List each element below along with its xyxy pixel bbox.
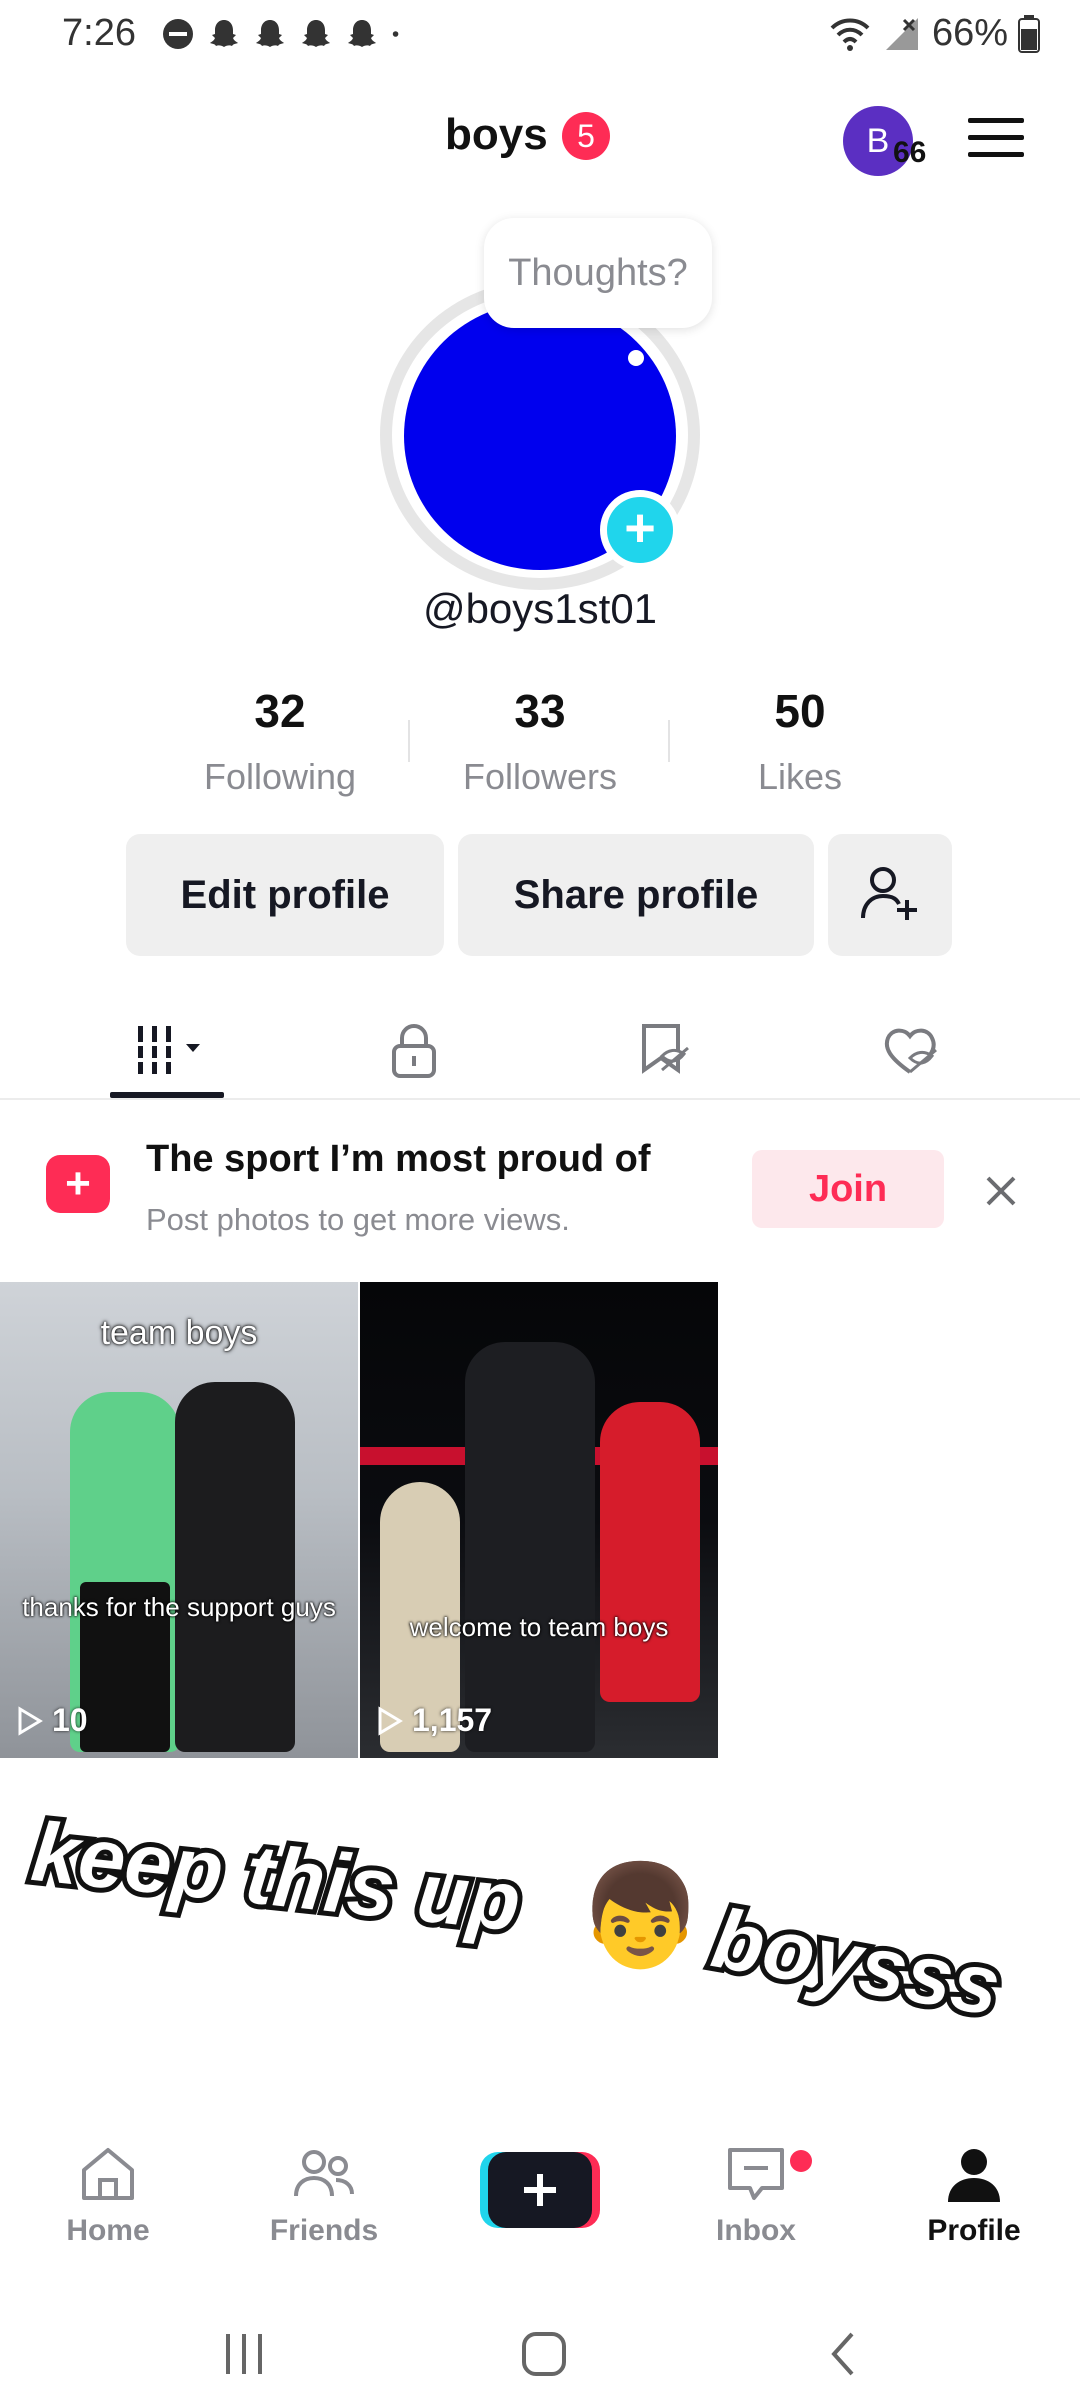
battery-percent: 66%	[931, 12, 1008, 54]
nav-inbox[interactable]: Inbox	[666, 2130, 846, 2248]
back-icon[interactable]	[804, 2320, 884, 2390]
content-tabs	[0, 1000, 1080, 1100]
add-user-icon	[861, 867, 917, 920]
tab-reposts[interactable]	[604, 1000, 724, 1100]
nav-friends-label: Friends	[269, 2214, 379, 2247]
add-photo-button[interactable]: +	[600, 490, 680, 570]
followers-label: Followers	[462, 756, 618, 797]
status-time: 7:26	[62, 12, 136, 54]
notification-badge: 5	[562, 112, 610, 160]
profile-handle: @boys1st01	[422, 585, 658, 632]
dnd-icon	[163, 19, 193, 49]
view-count: 10	[52, 1702, 88, 1738]
notification-icons	[160, 16, 410, 52]
likes-count: 50	[774, 685, 826, 737]
following-count: 32	[254, 685, 306, 737]
video-caption: welcome to team boys	[409, 1612, 669, 1642]
inbox-notification-dot	[790, 2150, 812, 2172]
avatar-count: 66	[893, 136, 927, 169]
create-plus-icon[interactable]	[480, 2152, 600, 2228]
inbox-icon	[728, 2148, 784, 2200]
person-figure	[465, 1342, 595, 1752]
profile-icon	[948, 2149, 1000, 2202]
nav-friends[interactable]: Friends	[234, 2130, 414, 2248]
nav-home[interactable]: Home	[18, 2130, 198, 2248]
dot-icon	[392, 31, 399, 37]
stat-followers[interactable]: 33 Followers	[410, 680, 670, 810]
status-bar: 7:26 66%	[0, 0, 1080, 72]
video-view-count: 1,157	[376, 1702, 492, 1739]
wifi-icon	[830, 18, 870, 51]
sticker-text-right: boysss	[706, 1891, 1007, 2034]
camera-plus-icon: +	[46, 1155, 110, 1213]
friends-icon	[294, 2150, 354, 2197]
snapchat-icon	[210, 20, 238, 47]
sticker-text-left: keep this up	[28, 1804, 525, 1949]
tab-liked[interactable]	[852, 1000, 972, 1100]
video-caption-top: team boys	[100, 1314, 258, 1352]
video-caption: thanks for the support guys	[22, 1592, 336, 1622]
home-icon	[82, 2148, 134, 2200]
bottom-nav: Home Friends Inbox Profile	[0, 2130, 1080, 2280]
close-icon[interactable]	[980, 1170, 1022, 1212]
person-figure	[175, 1382, 295, 1752]
account-switcher-title[interactable]: boys	[445, 110, 548, 160]
bookmark-hidden-icon	[642, 1024, 689, 1074]
likes-label: Likes	[757, 756, 843, 797]
nav-home-label: Home	[66, 2214, 150, 2247]
snapchat-icon	[348, 20, 376, 47]
status-right: 66%	[828, 12, 1040, 55]
challenge-promo: + The sport I’m most proud of Post photo…	[0, 1110, 1080, 1270]
grid-sort-icon	[132, 1026, 200, 1074]
play-icon	[18, 1705, 43, 1736]
tab-private[interactable]	[354, 1000, 474, 1100]
play-icon	[378, 1705, 403, 1736]
nav-inbox-label: Inbox	[716, 2214, 796, 2247]
promo-title: The sport I’m most proud of	[146, 1138, 651, 1180]
active-tab-indicator	[110, 1092, 224, 1098]
add-friends-button[interactable]	[828, 834, 952, 956]
stat-following[interactable]: 32 Following	[150, 680, 410, 810]
share-profile-button[interactable]: Share profile	[458, 834, 814, 956]
video-thumbnail[interactable]: welcome to team boys 1,157	[360, 1282, 718, 1758]
home-button-icon[interactable]	[504, 2320, 584, 2390]
lock-icon	[392, 1024, 436, 1078]
person-figure	[600, 1402, 700, 1702]
menu-icon[interactable]	[966, 114, 1026, 162]
view-count: 1,157	[412, 1702, 493, 1738]
edit-profile-button[interactable]: Edit profile	[126, 834, 444, 956]
boy-emoji: 👦	[578, 1859, 703, 1972]
nav-profile[interactable]: Profile	[884, 2130, 1064, 2248]
tab-videos[interactable]	[108, 1000, 228, 1100]
stat-likes[interactable]: 50 Likes	[670, 680, 930, 810]
following-label: Following	[203, 756, 357, 797]
system-navigation-bar	[0, 2300, 1080, 2408]
followers-count: 33	[514, 685, 566, 737]
recent-apps-icon[interactable]	[204, 2320, 284, 2390]
heart-hidden-icon	[884, 1028, 937, 1074]
promo-subtitle: Post photos to get more views.	[146, 1202, 570, 1237]
thoughts-bubble[interactable]: Thoughts?	[484, 218, 712, 328]
signal-icon	[885, 17, 918, 50]
profile-header: boys 5 B 66	[0, 100, 1080, 180]
video-thumbnail[interactable]: team boys thanks for the support guys 10	[0, 1282, 358, 1758]
join-button[interactable]: Join	[752, 1150, 944, 1228]
profile-stats: 32 Following 33 Followers 50 Likes	[150, 680, 930, 810]
video-view-count: 10	[16, 1702, 88, 1739]
battery-icon	[1018, 14, 1040, 53]
thought-bubble-tail	[628, 350, 644, 366]
snapchat-icon	[256, 20, 284, 47]
nav-profile-label: Profile	[927, 2214, 1021, 2247]
snapchat-icon	[302, 20, 330, 47]
keep-this-up-sticker: keep this up 👦 boysss	[23, 1800, 1012, 2038]
